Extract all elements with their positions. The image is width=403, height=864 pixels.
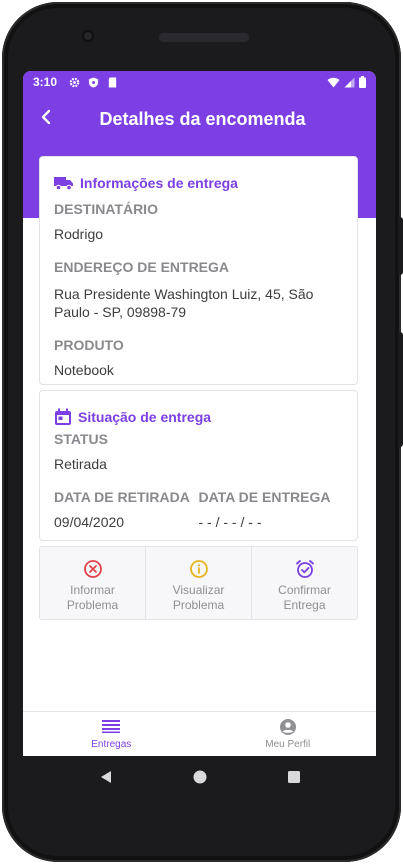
delivery-date-column: DATA DE ENTREGA - - / - - / - - (199, 489, 344, 531)
address-value: Rua Presidente Washington Luiz, 45, São … (54, 286, 314, 320)
delivery-status-card: Situação de entrega STATUS Retirada DATA… (39, 390, 358, 541)
back-arrow-icon[interactable] (37, 107, 57, 127)
account-circle-icon (279, 719, 296, 735)
app-bar: Detalhes da encomenda (23, 93, 376, 145)
delivery-info-title-text: Informações de entrega (80, 175, 238, 191)
status-time: 3:10 (33, 75, 58, 89)
settings-icon (69, 77, 80, 87)
front-camera (82, 30, 94, 42)
actions-bar: Informar Problema Visualizar Problema Co… (39, 546, 358, 620)
home-circle-icon[interactable] (193, 770, 207, 784)
confirm-delivery-label-1: Confirmar (278, 583, 331, 597)
dates-row: DATA DE RETIRADA 09/04/2020 DATA DE ENTR… (54, 489, 343, 531)
app-screen: 3:10 Detalhes da encomenda Informações d… (23, 71, 376, 756)
back-triangle-icon[interactable] (99, 770, 113, 784)
wifi-icon (327, 77, 340, 87)
delivery-date-label: DATA DE ENTREGA (198, 489, 331, 505)
product-value: Notebook (54, 362, 114, 378)
report-problem-button[interactable]: Informar Problema (40, 547, 146, 619)
recipient-label: DESTINATÁRIO (54, 201, 158, 217)
pickup-date-column: DATA DE RETIRADA 09/04/2020 (54, 489, 199, 531)
delivery-info-title: Informações de entrega (54, 171, 343, 195)
confirm-delivery-label-2: Entrega (283, 598, 326, 612)
volume-button (398, 217, 403, 275)
delivery-date-value: - - / - - / - - (198, 514, 262, 530)
signal-icon (344, 77, 355, 87)
address-label: ENDEREÇO DE ENTREGA (54, 259, 230, 275)
page-title: Detalhes da encomenda (99, 108, 306, 129)
report-problem-label-1: Informar (70, 583, 115, 597)
battery-icon (359, 76, 366, 88)
delivery-status-title-text: Situação de entrega (78, 409, 212, 425)
power-button (398, 332, 403, 447)
view-problem-button[interactable]: Visualizar Problema (146, 547, 252, 619)
list-icon (102, 720, 121, 733)
nav-label-meu-perfil: Meu Perfil (265, 739, 311, 750)
alarm-check-icon (295, 560, 314, 578)
view-problem-label-1: Visualizar (172, 583, 225, 597)
status-label: STATUS (54, 431, 108, 447)
sd-card-icon (108, 76, 117, 88)
nav-label-entregas: Entregas (91, 739, 132, 750)
delivery-info-card: Informações de entrega DESTINATÁRIO Rodr… (39, 156, 358, 385)
shield-icon (88, 76, 99, 88)
view-problem-label-2: Problema (172, 598, 225, 612)
recents-square-icon[interactable] (287, 770, 301, 784)
product-label: PRODUTO (54, 337, 124, 353)
recipient-value: Rodrigo (54, 226, 104, 242)
system-navigation-bar (23, 756, 376, 798)
status-bar: 3:10 (23, 71, 376, 93)
calendar-icon (55, 408, 71, 425)
status-value: Retirada (54, 456, 107, 472)
x-circle-icon (83, 560, 102, 578)
nav-item-entregas[interactable]: Entregas (23, 712, 200, 756)
pickup-date-value: 09/04/2020 (54, 514, 125, 530)
confirm-delivery-button[interactable]: Confirmar Entrega (252, 547, 357, 619)
nav-item-meu-perfil[interactable]: Meu Perfil (200, 712, 377, 756)
report-problem-label-2: Problema (66, 598, 119, 612)
pickup-date-label: DATA DE RETIRADA (54, 489, 190, 505)
truck-icon (54, 177, 73, 191)
info-circle-icon (189, 560, 208, 578)
bottom-navigation: Entregas Meu Perfil (23, 711, 376, 756)
delivery-status-title: Situação de entrega (54, 405, 343, 429)
earpiece-speaker (159, 33, 249, 42)
